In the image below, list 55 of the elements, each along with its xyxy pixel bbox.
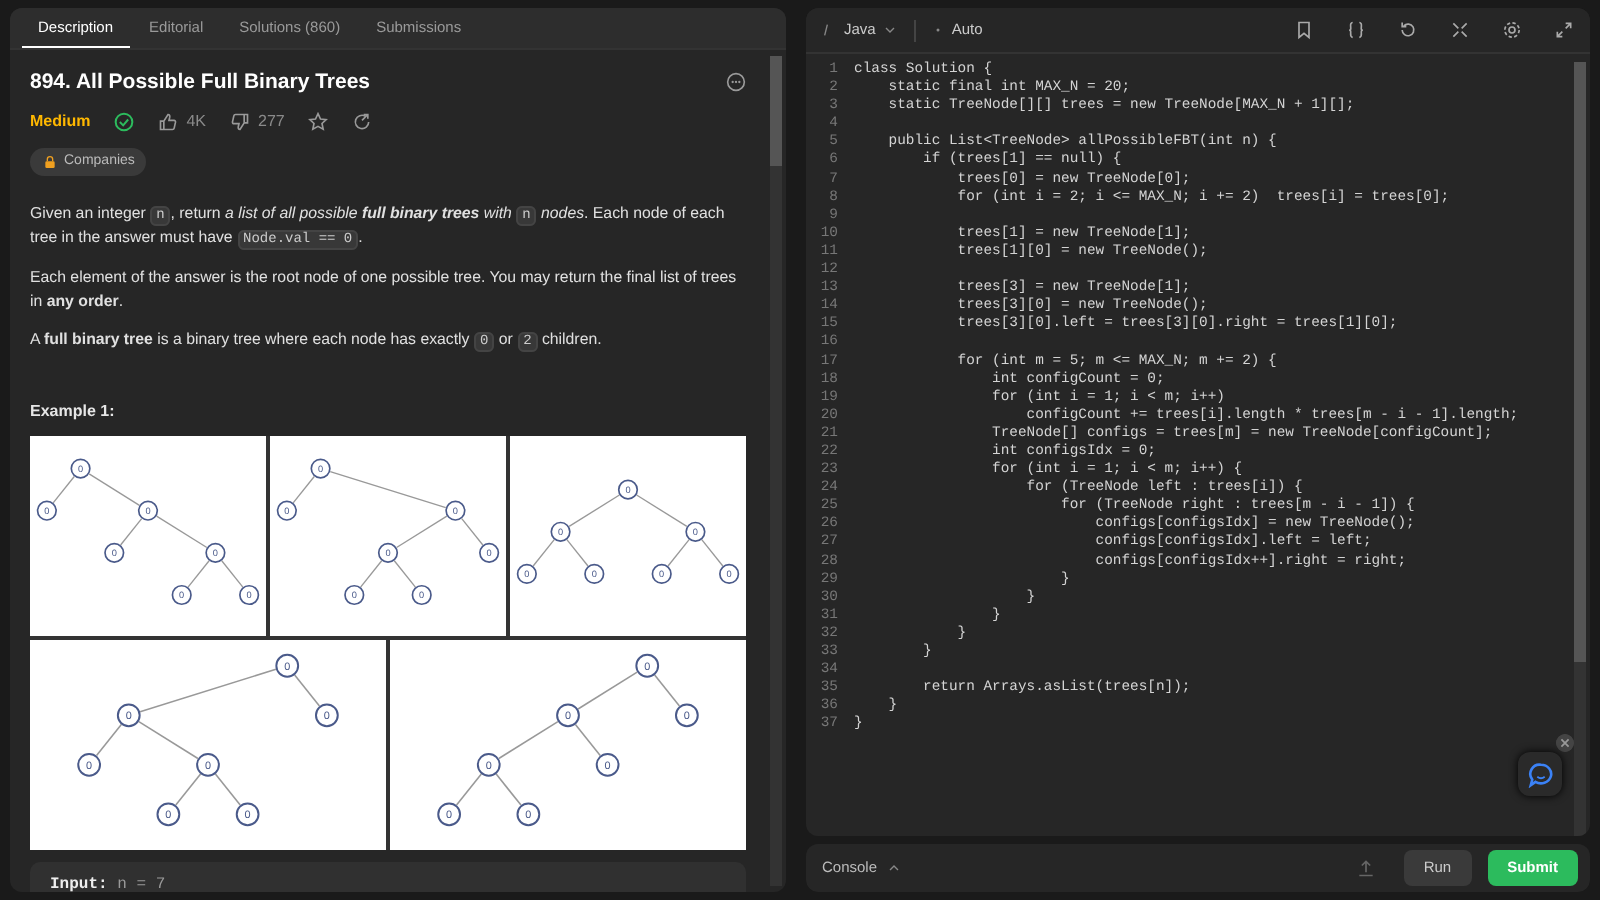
- chat-bubble-icon[interactable]: [1518, 752, 1562, 796]
- scrollbar[interactable]: [1574, 62, 1586, 836]
- lock-icon: [42, 153, 58, 170]
- like-count: 4K: [186, 109, 207, 134]
- tree-edge: [119, 518, 143, 546]
- tree-edge: [568, 494, 621, 528]
- caret-up-icon: [885, 860, 902, 876]
- tree-edge: [495, 773, 522, 807]
- share-icon[interactable]: [352, 111, 373, 132]
- tree-edge: [532, 539, 555, 568]
- tree-edge: [574, 724, 601, 757]
- problem-title: 894. All Possible Full Binary Trees: [30, 70, 371, 96]
- thumbs-down-icon[interactable]: [230, 111, 251, 132]
- info-icon[interactable]: [726, 72, 746, 93]
- tree-edge: [95, 724, 123, 757]
- tree-edge: [88, 473, 141, 507]
- tree-edge: [577, 671, 638, 711]
- tree-edge: [175, 773, 202, 807]
- tree-edge: [393, 560, 417, 589]
- tree-edge: [52, 476, 75, 504]
- tree-edge: [498, 721, 559, 760]
- example-heading: Example 1:: [30, 400, 117, 425]
- caret-icon: [881, 22, 898, 38]
- star-icon[interactable]: [308, 111, 329, 132]
- tree-edge: [138, 721, 199, 760]
- tree-edge: [214, 773, 241, 807]
- braces-icon[interactable]: [1346, 20, 1366, 40]
- tree-edge: [667, 539, 690, 568]
- collapse-icon[interactable]: [1450, 20, 1470, 40]
- tree-edge: [155, 515, 208, 549]
- bookmark-icon[interactable]: [1294, 20, 1314, 40]
- upload-icon[interactable]: [1355, 858, 1376, 878]
- tree-edge: [395, 515, 448, 549]
- tree-edge: [139, 668, 277, 713]
- reset-icon[interactable]: [1398, 20, 1418, 40]
- difficulty-label: Medium: [30, 109, 91, 134]
- tree-edge: [293, 674, 321, 708]
- tree-edge: [653, 674, 681, 708]
- tree-edge: [187, 560, 210, 589]
- tree-edge: [359, 560, 383, 589]
- tree-edge: [329, 471, 447, 509]
- dot-icon: [931, 24, 944, 36]
- settings-icon[interactable]: [1502, 20, 1522, 40]
- close-icon[interactable]: [1556, 734, 1574, 752]
- tree-edge: [701, 539, 724, 568]
- tree-edge: [455, 773, 483, 807]
- dislike-count: 277: [258, 109, 285, 134]
- expand-icon[interactable]: [1554, 20, 1574, 40]
- tree-edge: [566, 539, 589, 568]
- tree-edge: [292, 476, 315, 504]
- scrollbar[interactable]: [770, 56, 782, 886]
- tree-edge: [461, 518, 484, 546]
- tree-edge: [221, 560, 244, 589]
- thumbs-up-icon[interactable]: [158, 111, 179, 132]
- tree-edge: [635, 494, 688, 528]
